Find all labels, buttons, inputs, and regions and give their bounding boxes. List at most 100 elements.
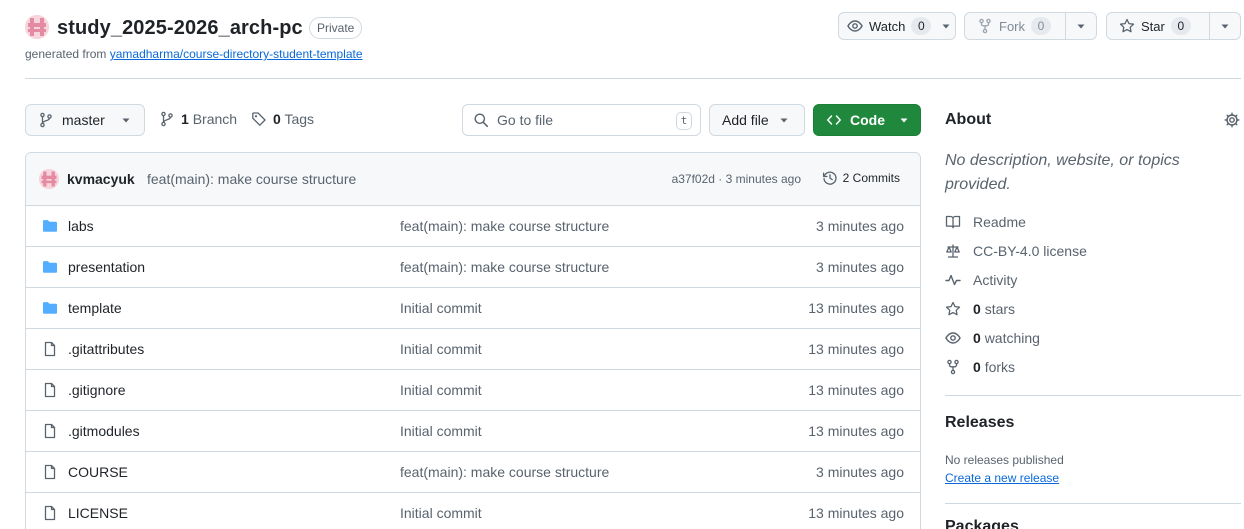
fork-dropdown-button[interactable] bbox=[1065, 13, 1095, 39]
star-icon bbox=[1119, 18, 1135, 34]
fork-button[interactable]: Fork 0 bbox=[965, 13, 1065, 39]
file-icon bbox=[42, 464, 58, 480]
triangle-down-icon bbox=[899, 115, 909, 125]
about-description: No description, website, or topics provi… bbox=[945, 152, 1180, 193]
triangle-down-icon bbox=[121, 115, 131, 125]
file-commit-time: 13 minutes ago bbox=[808, 505, 904, 521]
file-commit-message[interactable]: Initial commit bbox=[400, 382, 482, 398]
git-branch-icon bbox=[38, 112, 54, 128]
commit-message[interactable]: feat(main): make course structure bbox=[147, 171, 356, 187]
file-name[interactable]: .gitmodules bbox=[68, 423, 140, 439]
triangle-down-icon bbox=[779, 115, 789, 125]
file-name[interactable]: labs bbox=[68, 218, 94, 234]
watch-button[interactable]: Watch 0 bbox=[839, 13, 937, 39]
branches-link[interactable]: 1 Branch bbox=[159, 111, 237, 127]
pulse-icon bbox=[945, 272, 961, 288]
file-commit-message[interactable]: Initial commit bbox=[400, 423, 482, 439]
branches-label: Branch bbox=[192, 111, 238, 127]
search-shortcut-key: t bbox=[676, 112, 692, 130]
repo-forked-icon bbox=[977, 18, 993, 34]
file-row[interactable]: LICENSE Initial commit 13 minutes ago bbox=[26, 493, 920, 529]
branches-count: 1 bbox=[181, 111, 189, 127]
latest-commit-bar: kvmacyuk feat(main): make course structu… bbox=[26, 153, 920, 206]
file-name[interactable]: .gitattributes bbox=[68, 341, 144, 357]
commits-history-link[interactable]: 2 Commits bbox=[822, 170, 900, 186]
fork-label: Fork bbox=[999, 18, 1025, 34]
file-list: labs feat(main): make course structure 3 m… bbox=[26, 206, 920, 529]
file-row[interactable]: COURSE feat(main): make course structure 3… bbox=[26, 452, 920, 493]
stars-label: stars bbox=[984, 301, 1016, 317]
star-count: 0 bbox=[1170, 17, 1191, 35]
file-commit-message[interactable]: feat(main): make course structure bbox=[400, 464, 609, 480]
file-name[interactable]: .gitignore bbox=[68, 382, 126, 398]
star-label: Star bbox=[1141, 18, 1165, 34]
activity-link[interactable]: Activity bbox=[945, 272, 1017, 288]
folder-icon bbox=[42, 259, 58, 275]
folder-icon bbox=[42, 300, 58, 316]
packages-heading[interactable]: Packages bbox=[945, 518, 1019, 529]
fork-button-group: Fork 0 bbox=[964, 12, 1097, 40]
file-commit-time: 13 minutes ago bbox=[808, 423, 904, 439]
file-name[interactable]: template bbox=[68, 300, 122, 316]
add-file-label: Add file bbox=[722, 112, 769, 128]
owner-avatar[interactable] bbox=[25, 15, 49, 39]
watching-link[interactable]: 0 watching bbox=[945, 330, 1040, 346]
repo-name[interactable]: study_2025-2026_arch-pc bbox=[57, 14, 303, 42]
watching-count: 0 bbox=[973, 330, 981, 346]
license-link[interactable]: CC-BY-4.0 license bbox=[945, 243, 1087, 259]
file-commit-message[interactable]: Initial commit bbox=[400, 341, 482, 357]
history-icon bbox=[822, 170, 838, 186]
book-icon bbox=[945, 214, 961, 230]
create-release-link[interactable]: Create a new release bbox=[945, 471, 1059, 485]
tags-link[interactable]: 0 Tags bbox=[251, 111, 314, 127]
file-name[interactable]: presentation bbox=[68, 259, 145, 275]
file-commit-time: 13 minutes ago bbox=[808, 341, 904, 357]
watch-dropdown-button[interactable] bbox=[937, 13, 955, 39]
commit-author-avatar[interactable] bbox=[39, 169, 59, 189]
file-commit-message[interactable]: Initial commit bbox=[400, 505, 482, 521]
license-label: CC-BY-4.0 license bbox=[973, 243, 1087, 259]
code-label: Code bbox=[850, 112, 885, 128]
eye-icon bbox=[847, 18, 863, 34]
code-icon bbox=[826, 112, 842, 128]
stars-link[interactable]: 0 stars bbox=[945, 301, 1015, 317]
file-icon bbox=[42, 423, 58, 439]
sidebar-divider bbox=[945, 503, 1241, 504]
file-row[interactable]: presentation feat(main): make course stru… bbox=[26, 247, 920, 288]
file-commit-time: 3 minutes ago bbox=[816, 259, 904, 275]
file-row[interactable]: labs feat(main): make course structure 3 m… bbox=[26, 206, 920, 247]
commit-sha-time[interactable]: a37f02d · 3 minutes ago bbox=[672, 172, 801, 186]
generated-from-label: generated from bbox=[25, 47, 107, 61]
stars-count: 0 bbox=[973, 301, 981, 317]
file-row[interactable]: template Initial commit 13 minutes ago bbox=[26, 288, 920, 329]
star-dropdown-button[interactable] bbox=[1209, 13, 1239, 39]
go-to-file-search[interactable]: t bbox=[462, 104, 701, 136]
forks-label: forks bbox=[984, 359, 1016, 375]
file-commit-message[interactable]: feat(main): make course structure bbox=[400, 259, 609, 275]
about-heading: About bbox=[945, 111, 992, 128]
star-button[interactable]: Star 0 bbox=[1107, 13, 1209, 39]
readme-link[interactable]: Readme bbox=[945, 214, 1026, 230]
code-button[interactable]: Code bbox=[813, 104, 921, 136]
file-commit-message[interactable]: Initial commit bbox=[400, 300, 482, 316]
file-commit-message[interactable]: feat(main): make course structure bbox=[400, 218, 609, 234]
gear-icon[interactable] bbox=[1224, 112, 1240, 128]
folder-icon bbox=[42, 218, 58, 234]
readme-label: Readme bbox=[973, 214, 1026, 230]
file-commit-time: 3 minutes ago bbox=[816, 218, 904, 234]
add-file-button[interactable]: Add file bbox=[709, 104, 805, 136]
template-repo-link[interactable]: yamadharma/course-directory-student-temp… bbox=[110, 47, 363, 61]
star-button-group: Star 0 bbox=[1106, 12, 1241, 40]
file-name[interactable]: COURSE bbox=[68, 464, 128, 480]
file-row[interactable]: .gitignore Initial commit 13 minutes ago bbox=[26, 370, 920, 411]
forks-link[interactable]: 0 forks bbox=[945, 359, 1015, 375]
branch-selector[interactable]: master bbox=[25, 104, 145, 136]
file-name[interactable]: LICENSE bbox=[68, 505, 128, 521]
file-row[interactable]: .gitmodules Initial commit 13 minutes ago bbox=[26, 411, 920, 452]
file-commit-time: 3 minutes ago bbox=[816, 464, 904, 480]
commit-author[interactable]: kvmacyuk bbox=[67, 171, 135, 187]
commits-count-label: 2 Commits bbox=[842, 171, 900, 185]
releases-heading[interactable]: Releases bbox=[945, 414, 1014, 432]
go-to-file-input[interactable] bbox=[497, 112, 667, 128]
file-row[interactable]: .gitattributes Initial commit 13 minutes a… bbox=[26, 329, 920, 370]
